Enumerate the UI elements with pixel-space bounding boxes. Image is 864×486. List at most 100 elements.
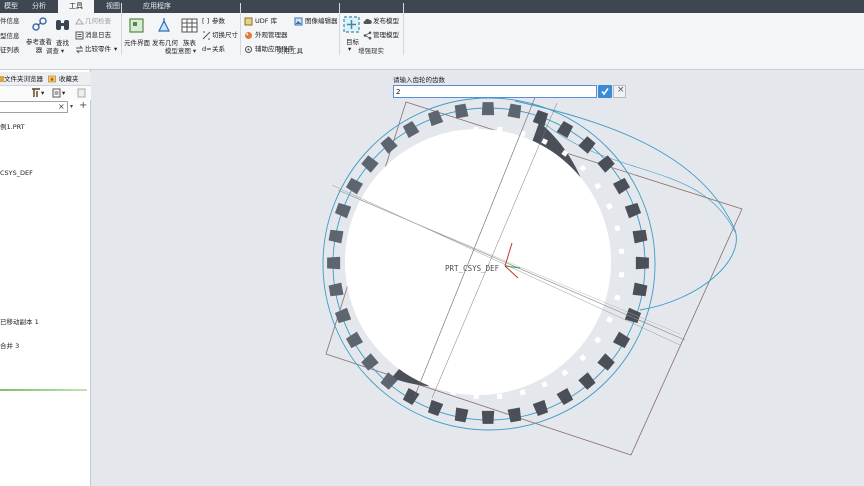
family-table-icon xyxy=(181,18,198,33)
gear-tooth xyxy=(481,102,495,116)
publish-geometry-button[interactable]: 发布几何 xyxy=(152,39,178,47)
gear-tooth-notch xyxy=(594,336,602,344)
appearance-manager-button[interactable]: 外观管理器 xyxy=(255,31,288,39)
chevron-down-icon[interactable]: ▾ xyxy=(41,89,44,97)
chevron-down-icon[interactable]: ▾ xyxy=(70,101,73,113)
gear-tooth-notch xyxy=(496,393,503,400)
gear-tooth xyxy=(507,103,522,119)
gear-tooth xyxy=(578,372,596,390)
gear-tooth xyxy=(328,229,344,244)
graphics-viewport[interactable]: PRT_CSYS_DEF xyxy=(92,70,864,486)
group-title-utilities: 实用工具 xyxy=(277,47,303,55)
ribbon-tab-bar xyxy=(0,0,864,13)
gear-tooth xyxy=(632,282,648,297)
tab-favorites[interactable]: 收藏夹 xyxy=(59,73,79,85)
clear-search-icon[interactable]: × xyxy=(58,101,65,113)
switch-dimensions-icon xyxy=(202,31,211,40)
gear-tooth xyxy=(556,120,574,139)
group-title-investigate[interactable]: 调查 ▾ xyxy=(0,47,110,56)
gear-tooth-notch xyxy=(606,316,613,323)
reference-viewer-icon xyxy=(32,17,47,31)
tree-filter-icon[interactable] xyxy=(31,88,41,98)
publish-geometry-icon xyxy=(158,18,170,32)
bracket-icon: [ ] xyxy=(202,17,210,25)
cloud-upload-icon xyxy=(363,18,372,24)
gear-tooth-notch xyxy=(594,182,602,190)
tab-folder-browser[interactable]: 文件夹浏览器 xyxy=(4,73,43,85)
gear-tooth xyxy=(427,399,444,417)
gear-tooth xyxy=(427,109,444,127)
checkmark-icon xyxy=(601,88,609,96)
group-title-augmented-reality: 增强现实 xyxy=(358,47,384,55)
teeth-count-input[interactable] xyxy=(393,85,597,98)
gear-tooth xyxy=(361,353,379,371)
component-interface-icon xyxy=(129,18,144,33)
gear-tooth-notch xyxy=(606,203,613,210)
switch-dimensions-button[interactable]: 切换尺寸 xyxy=(212,31,238,39)
gear-tooth xyxy=(454,103,469,119)
tab-analysis[interactable]: 分析 xyxy=(24,0,54,13)
chevron-down-icon[interactable]: ▾ xyxy=(114,45,117,53)
gear-tooth-notch xyxy=(561,369,569,377)
gear-tooth-notch xyxy=(519,389,526,396)
component-interface-button[interactable]: 元件界面 xyxy=(124,39,150,47)
gear-tooth-notch xyxy=(618,271,625,278)
document-icon[interactable] xyxy=(52,88,61,98)
geometry-check-button[interactable]: 几何检查 xyxy=(85,17,111,25)
udf-library-button[interactable]: UDF 库 xyxy=(255,17,277,25)
tab-view[interactable]: 视图 xyxy=(98,0,128,13)
group-title-model-intent[interactable]: 模型意图 ▾ xyxy=(123,47,238,56)
gear-tooth-notch xyxy=(618,248,625,255)
gear-tooth xyxy=(532,399,549,417)
group-separator xyxy=(240,3,241,55)
share-icon xyxy=(363,31,372,40)
geometry-check-icon xyxy=(75,18,84,25)
gear-tooth xyxy=(632,229,648,244)
family-table-button[interactable]: 族表 xyxy=(183,39,196,47)
message-log-button[interactable]: 消息日志 xyxy=(85,31,111,39)
parameters-button[interactable]: 参数 xyxy=(212,17,225,25)
model-info-button[interactable]: 件信息 xyxy=(0,17,20,25)
image-editor-button[interactable]: 图像编辑器 xyxy=(305,17,338,25)
manage-model-button[interactable]: 管理模型 xyxy=(373,31,399,39)
gear-tooth xyxy=(345,177,364,195)
accept-button[interactable] xyxy=(598,85,612,98)
gear-tooth xyxy=(327,256,341,270)
gear-tooth xyxy=(454,407,469,423)
appearance-manager-icon xyxy=(245,32,252,39)
group-separator xyxy=(121,3,122,55)
gear-tooth-notch xyxy=(541,381,548,388)
csys-label: PRT_CSYS_DEF xyxy=(445,264,500,273)
binoculars-icon xyxy=(56,20,69,30)
image-editor-icon xyxy=(294,17,303,26)
tab-tools[interactable]: 工具 xyxy=(58,0,94,13)
gear-tooth-notch xyxy=(614,294,621,301)
dialog-prompt: 请输入齿轮的齿数 xyxy=(393,76,445,84)
gear-tooth xyxy=(578,136,596,154)
tab-model[interactable]: 模型 xyxy=(0,0,22,13)
tree-item-merge[interactable]: 合并 3 xyxy=(0,340,19,350)
ar-target-icon xyxy=(343,16,360,33)
gear-tooth xyxy=(481,410,495,424)
find-button[interactable]: 查找 xyxy=(56,39,69,47)
tree-item-moved-copy[interactable]: 已移动副本 1 xyxy=(0,316,39,326)
gear-tooth xyxy=(402,120,420,139)
gear-tooth xyxy=(328,282,344,297)
feature-info-button[interactable]: 型信息 xyxy=(0,32,20,40)
cancel-button[interactable]: × xyxy=(613,85,626,98)
udf-library-icon xyxy=(244,17,253,26)
tree-item-part[interactable]: 例1.PRT xyxy=(0,121,25,131)
message-log-icon xyxy=(75,31,84,40)
add-filter-icon[interactable]: + xyxy=(79,100,87,112)
gear-tooth xyxy=(597,353,615,371)
chevron-down-icon[interactable]: ▾ xyxy=(62,89,65,97)
tab-applications[interactable]: 应用程序 xyxy=(136,0,178,13)
tree-settings-icon[interactable] xyxy=(77,88,86,98)
gear-face xyxy=(345,129,611,395)
gear-tooth xyxy=(532,109,549,127)
gear-tooth xyxy=(612,331,631,349)
gear-tooth-notch xyxy=(614,225,621,232)
publish-model-button[interactable]: 发布模型 xyxy=(373,17,399,25)
tree-item-csys[interactable]: CSYS_DEF xyxy=(0,169,33,177)
insert-indicator[interactable] xyxy=(0,389,87,391)
